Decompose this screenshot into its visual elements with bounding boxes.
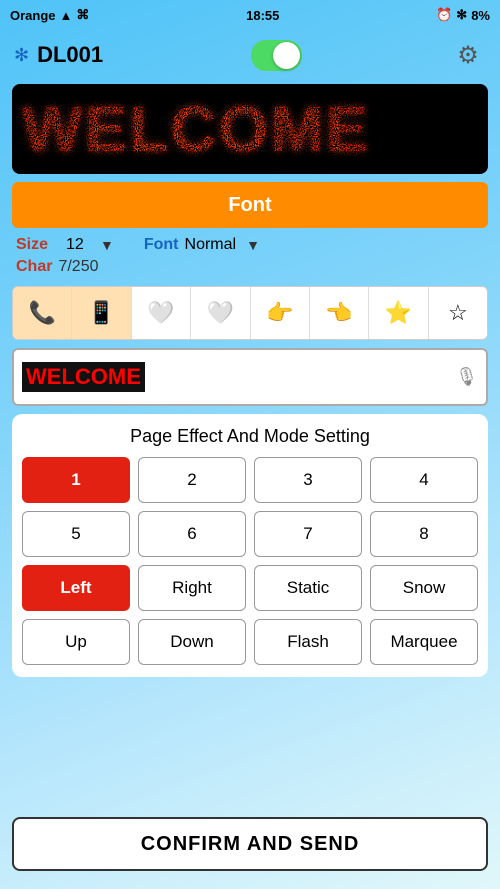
effect-row-1: 1 2 3 4 xyxy=(22,457,478,503)
power-toggle[interactable] xyxy=(251,40,302,71)
time-label: 18:55 xyxy=(246,8,279,23)
effect-btn-flash[interactable]: Flash xyxy=(254,619,362,665)
emoji-heart-outline[interactable]: 🤍 xyxy=(132,287,191,339)
battery-label: 8% xyxy=(471,8,490,23)
emoji-row: 📞 📱 🤍 🤍 👉 👈 ⭐ ☆ xyxy=(12,286,488,340)
text-input-area[interactable]: WELCOME 🎙 xyxy=(12,348,488,406)
effect-btn-7[interactable]: 7 xyxy=(254,511,362,557)
effect-btn-2[interactable]: 2 xyxy=(138,457,246,503)
mic-icon[interactable]: 🎙 xyxy=(455,367,478,388)
status-right: ⏰ ✻ 8% xyxy=(436,7,490,23)
effect-btn-up[interactable]: Up xyxy=(22,619,130,665)
size-dropdown-icon[interactable]: ▼ xyxy=(100,237,114,253)
emoji-phone-red[interactable]: 📱 xyxy=(72,287,131,339)
status-left: Orange ▲ ⌘ xyxy=(10,7,89,23)
led-display: WELCOME xyxy=(12,84,488,174)
size-value: 12 xyxy=(66,236,96,254)
status-bar: Orange ▲ ⌘ 18:55 ⏰ ✻ 8% xyxy=(0,0,500,30)
effect-btn-marquee[interactable]: Marquee xyxy=(370,619,478,665)
signal-icon: ▲ xyxy=(60,8,73,23)
effect-btn-6[interactable]: 6 xyxy=(138,511,246,557)
effect-btn-8[interactable]: 8 xyxy=(370,511,478,557)
emoji-star-outline[interactable]: ☆ xyxy=(429,287,487,339)
bluetooth-header-icon: ✻ xyxy=(14,45,29,66)
char-count: 7/250 xyxy=(58,258,98,275)
emoji-star-filled[interactable]: ⭐ xyxy=(369,287,428,339)
emoji-heart-filled[interactable]: 🤍 xyxy=(191,287,250,339)
emoji-point-right[interactable]: 👉 xyxy=(251,287,310,339)
effect-btn-down[interactable]: Down xyxy=(138,619,246,665)
carrier-label: Orange xyxy=(10,8,56,23)
font-button[interactable]: Font xyxy=(12,182,488,228)
text-value: WELCOME xyxy=(22,362,145,392)
effect-btn-static[interactable]: Static xyxy=(254,565,362,611)
header-left: ✻ DL001 xyxy=(14,42,103,68)
effect-btn-1[interactable]: 1 xyxy=(22,457,130,503)
size-label: Size xyxy=(16,236,66,254)
text-display: WELCOME xyxy=(22,362,145,392)
effect-btn-snow[interactable]: Snow xyxy=(370,565,478,611)
header: ✻ DL001 ⚙ xyxy=(0,30,500,80)
font-dropdown-icon[interactable]: ▼ xyxy=(246,237,260,253)
effect-row-2: 5 6 7 8 xyxy=(22,511,478,557)
toggle-knob xyxy=(273,42,300,69)
effect-btn-left[interactable]: Left xyxy=(22,565,130,611)
char-label: Char xyxy=(16,258,52,275)
page-effect-title: Page Effect And Mode Setting xyxy=(22,426,478,447)
confirm-send-button[interactable]: CONFIRM AND SEND xyxy=(12,817,488,871)
effect-row-3: Left Right Static Snow xyxy=(22,565,478,611)
emoji-phone-outline[interactable]: 📞 xyxy=(13,287,72,339)
effect-grid: 1 2 3 4 5 6 7 8 Left Right Static Snow U… xyxy=(22,457,478,665)
settings-icon[interactable]: ⚙ xyxy=(450,37,486,73)
effect-btn-3[interactable]: 3 xyxy=(254,457,362,503)
settings-row: Size 12 ▼ Font Normal ▼ xyxy=(0,234,500,256)
wifi-icon: ⌘ xyxy=(76,7,89,23)
device-name: DL001 xyxy=(37,42,103,68)
emoji-point-left[interactable]: 👈 xyxy=(310,287,369,339)
led-text: WELCOME xyxy=(22,92,370,166)
char-row: Char 7/250 xyxy=(0,256,500,278)
alarm-icon: ⏰ xyxy=(436,7,452,23)
font-value: Normal xyxy=(185,236,237,254)
font-section: Font Normal ▼ xyxy=(144,236,260,254)
effect-btn-4[interactable]: 4 xyxy=(370,457,478,503)
font-label: Font xyxy=(144,236,179,254)
effect-btn-right[interactable]: Right xyxy=(138,565,246,611)
effect-btn-5[interactable]: 5 xyxy=(22,511,130,557)
effect-row-4: Up Down Flash Marquee xyxy=(22,619,478,665)
page-effect-section: Page Effect And Mode Setting 1 2 3 4 5 6… xyxy=(12,414,488,677)
bluetooth-icon-status: ✻ xyxy=(456,7,467,23)
